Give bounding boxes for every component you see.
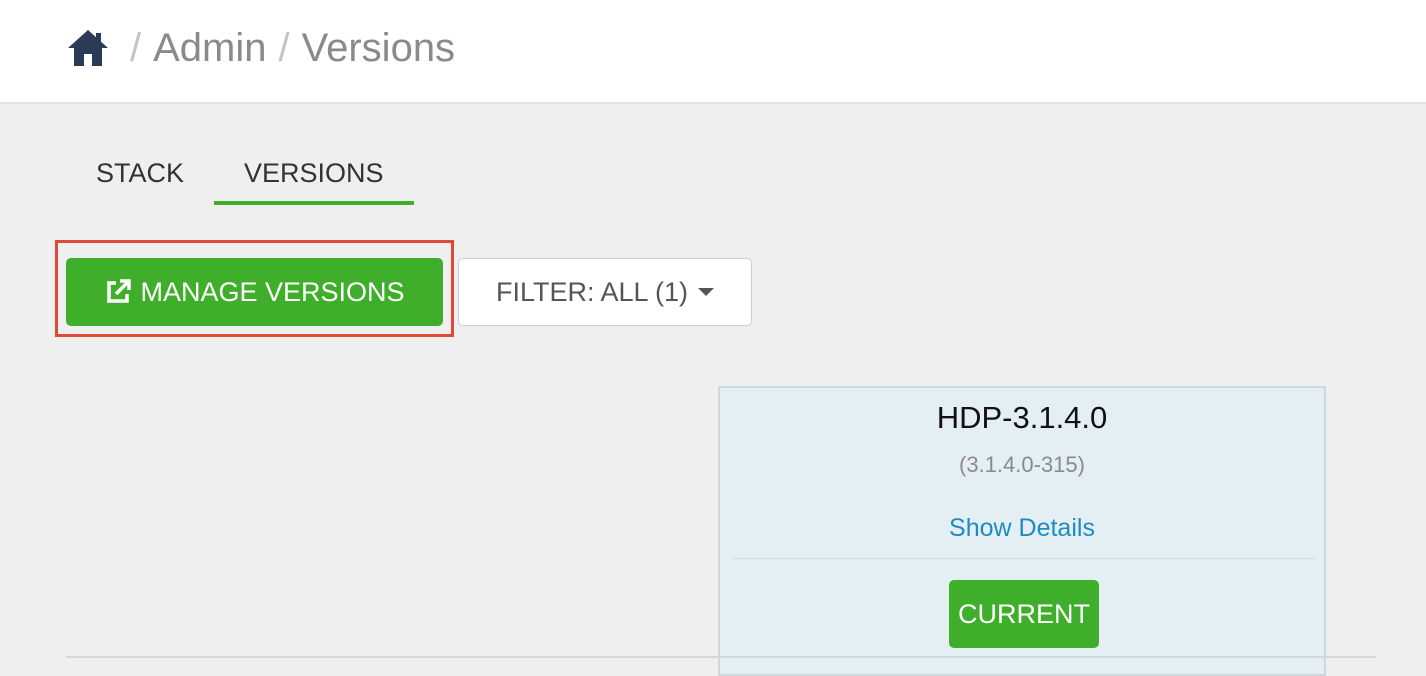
filter-dropdown[interactable]: FILTER: ALL (1) bbox=[458, 258, 752, 326]
version-card: HDP-3.1.4.0 (3.1.4.0-315) Show Details C… bbox=[718, 386, 1326, 676]
tab-versions[interactable]: VERSIONS bbox=[214, 150, 414, 205]
manage-versions-label: MANAGE VERSIONS bbox=[140, 276, 405, 307]
home-icon[interactable] bbox=[66, 28, 110, 68]
filter-label: FILTER: ALL (1) bbox=[495, 276, 689, 307]
tab-bar: STACK VERSIONS bbox=[66, 150, 414, 205]
breadcrumb-separator: / bbox=[278, 25, 290, 70]
show-details-link[interactable]: Show Details bbox=[720, 514, 1324, 543]
manage-versions-button[interactable]: MANAGE VERSIONS bbox=[66, 258, 443, 326]
card-divider bbox=[732, 558, 1316, 559]
breadcrumb-admin[interactable]: Admin bbox=[153, 26, 266, 71]
current-button[interactable]: CURRENT bbox=[949, 580, 1099, 648]
breadcrumb: / Admin / Versions bbox=[66, 22, 455, 74]
caret-down-icon bbox=[698, 288, 715, 296]
version-build: (3.1.4.0-315) bbox=[959, 452, 1085, 477]
divider bbox=[66, 656, 1376, 658]
external-link-icon bbox=[104, 278, 132, 306]
top-bar: / Admin / Versions bbox=[0, 0, 1426, 104]
breadcrumb-versions: Versions bbox=[301, 25, 456, 70]
breadcrumb-separator: / bbox=[130, 25, 142, 70]
version-name: HDP-3.1.4.0 bbox=[936, 400, 1108, 435]
tab-stack[interactable]: STACK bbox=[66, 150, 214, 205]
